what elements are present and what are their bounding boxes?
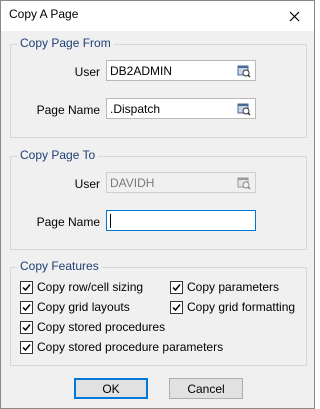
checkbox-copy-parameters[interactable]: Copy parameters (170, 280, 279, 294)
to-user-field: DAVIDH (106, 172, 256, 193)
window-title: Copy A Page (9, 7, 79, 21)
checkbox-label: Copy grid formatting (187, 300, 296, 314)
checkbox-copy-stored-procedure-parameters[interactable]: Copy stored procedure parameters (20, 340, 223, 354)
to-page-name-input[interactable] (106, 210, 256, 231)
checkbox-box[interactable] (20, 340, 33, 354)
checkbox-label: Copy stored procedure parameters (37, 340, 224, 354)
checkmark-icon (22, 283, 31, 291)
checkbox-label: Copy grid layouts (37, 300, 130, 314)
checkbox-copy-grid-formatting[interactable]: Copy grid formatting (170, 300, 295, 314)
checkbox-box[interactable] (20, 280, 33, 294)
cancel-button-label: Cancel (187, 381, 225, 396)
checkbox-box[interactable] (20, 300, 33, 314)
ok-button-label: OK (102, 381, 120, 396)
to-user-value: DAVIDH (110, 176, 155, 190)
checkmark-icon (22, 343, 31, 351)
from-user-label: User (74, 65, 100, 79)
lookup-picker-icon (237, 177, 251, 190)
to-page-name-label: Page Name (36, 215, 100, 229)
copy-a-page-dialog: Copy A Page Copy Page From User DB2ADMIN… (0, 0, 315, 409)
close-button[interactable] (274, 1, 314, 31)
checkmark-icon (172, 303, 181, 311)
from-page-name-label: Page Name (36, 103, 100, 117)
text-cursor (110, 214, 111, 228)
from-user-field[interactable]: DB2ADMIN (106, 60, 256, 81)
checkbox-label: Copy row/cell sizing (37, 280, 144, 294)
checkbox-copy-stored-procedures[interactable]: Copy stored procedures (20, 320, 165, 334)
checkbox-box[interactable] (170, 280, 183, 294)
from-page-name-value: .Dispatch (110, 102, 161, 116)
copy-features-legend: Copy Features (17, 259, 102, 273)
copy-page-to-legend: Copy Page To (17, 148, 99, 162)
checkmark-icon (22, 303, 31, 311)
checkmark-icon (172, 283, 181, 291)
lookup-picker-icon[interactable] (237, 64, 251, 78)
cancel-button[interactable]: Cancel (169, 378, 243, 399)
ok-button[interactable]: OK (74, 378, 148, 399)
checkbox-box[interactable] (20, 320, 33, 334)
title-bar: Copy A Page (1, 1, 314, 31)
lookup-picker-icon[interactable] (237, 102, 251, 116)
close-icon (289, 11, 299, 21)
checkmark-icon (22, 323, 31, 331)
copy-page-from-group: Copy Page From (10, 36, 307, 138)
from-user-value: DB2ADMIN (110, 64, 173, 78)
checkbox-label: Copy parameters (187, 280, 280, 294)
checkbox-box[interactable] (170, 300, 183, 314)
checkbox-copy-grid-layouts[interactable]: Copy grid layouts (20, 300, 130, 314)
copy-page-to-group: Copy Page To (10, 148, 307, 250)
checkbox-label: Copy stored procedures (37, 320, 166, 334)
from-page-name-field[interactable]: .Dispatch (106, 98, 256, 119)
checkbox-copy-row-cell-sizing[interactable]: Copy row/cell sizing (20, 280, 143, 294)
to-user-label: User (74, 177, 100, 191)
copy-page-from-legend: Copy Page From (17, 36, 114, 50)
